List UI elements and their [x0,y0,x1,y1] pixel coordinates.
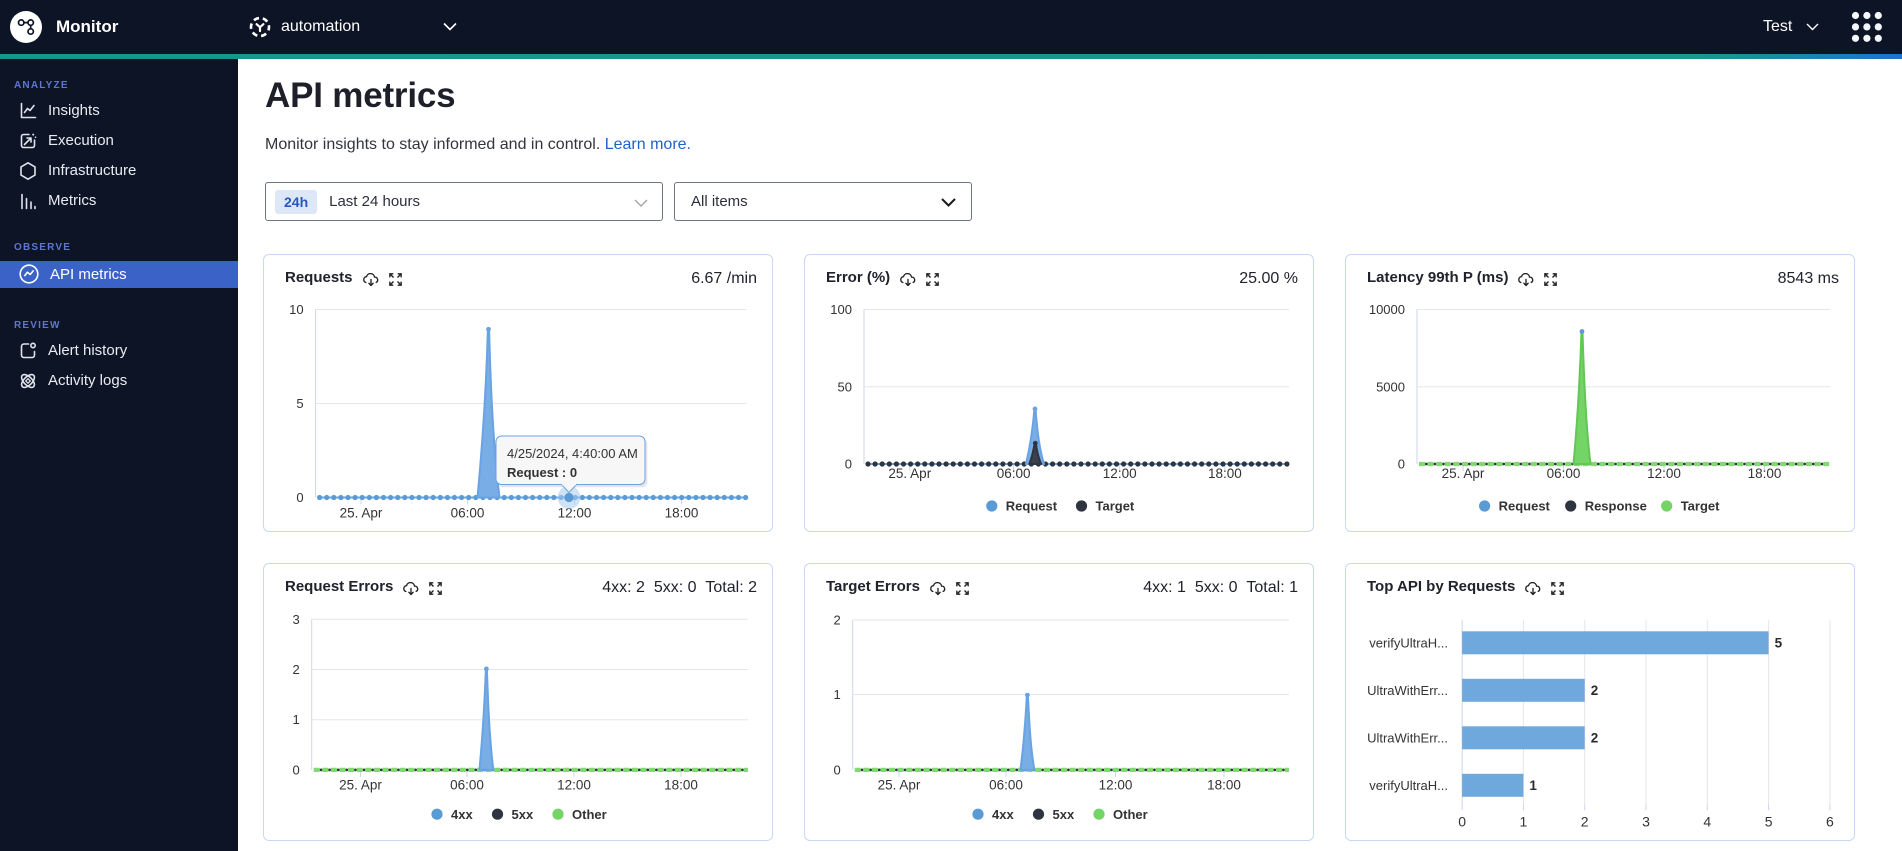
svg-text:18:00: 18:00 [1208,465,1242,480]
svg-text:06:00: 06:00 [997,465,1031,480]
svg-text:5: 5 [1765,813,1773,829]
svg-text:25. Apr: 25. Apr [340,505,383,520]
svg-text:12:00: 12:00 [557,777,591,792]
svg-text:Other: Other [572,806,607,821]
svg-text:25. Apr: 25. Apr [1442,465,1485,480]
svg-text:Target: Target [1681,498,1720,513]
svg-text:10000: 10000 [1369,302,1405,317]
svg-text:12:00: 12:00 [558,505,592,520]
svg-text:0: 0 [845,456,852,471]
svg-text:1: 1 [292,712,299,727]
svg-text:25. Apr: 25. Apr [339,777,382,792]
svg-text:5: 5 [1775,635,1783,650]
svg-text:12:00: 12:00 [1099,777,1133,792]
svg-text:Request: Request [1499,498,1551,513]
svg-text:2: 2 [1591,730,1599,745]
svg-text:2: 2 [833,612,840,627]
svg-text:5xx: 5xx [1053,806,1075,821]
svg-text:verifyUltraH...: verifyUltraH... [1369,777,1448,792]
svg-text:10: 10 [289,302,303,317]
svg-text:0: 0 [1398,456,1405,471]
svg-text:1: 1 [1520,813,1528,829]
svg-text:0: 0 [296,490,303,505]
svg-text:25. Apr: 25. Apr [878,777,921,792]
svg-text:Target: Target [1096,498,1135,513]
svg-text:50: 50 [838,379,852,394]
svg-text:25. Apr: 25. Apr [888,465,931,480]
svg-text:Request: Request [1006,498,1058,513]
svg-text:UltraWithErr...: UltraWithErr... [1367,682,1448,697]
svg-text:3: 3 [1642,813,1650,829]
svg-text:18:00: 18:00 [1207,777,1241,792]
svg-text:0: 0 [833,762,840,777]
svg-text:5000: 5000 [1376,379,1405,394]
svg-text:Other: Other [1113,806,1148,821]
svg-text:4xx: 4xx [451,806,473,821]
svg-text:06:00: 06:00 [989,777,1023,792]
svg-text:100: 100 [830,302,852,317]
svg-text:Request : 0: Request : 0 [507,465,577,480]
svg-text:4/25/2024, 4:40:00 AM: 4/25/2024, 4:40:00 AM [507,446,638,461]
svg-text:06:00: 06:00 [1547,465,1581,480]
svg-text:UltraWithErr...: UltraWithErr... [1367,730,1448,745]
svg-text:06:00: 06:00 [451,505,485,520]
svg-text:verifyUltraH...: verifyUltraH... [1369,635,1448,650]
svg-text:2: 2 [1581,813,1589,829]
svg-text:Response: Response [1585,498,1647,513]
svg-text:1: 1 [833,687,840,702]
svg-text:3: 3 [292,611,299,626]
svg-text:2: 2 [292,662,299,677]
svg-text:0: 0 [292,762,299,777]
svg-text:0: 0 [1458,813,1466,829]
svg-text:4: 4 [1703,813,1711,829]
svg-text:18:00: 18:00 [665,505,699,520]
svg-text:2: 2 [1591,683,1599,698]
svg-text:12:00: 12:00 [1647,465,1681,480]
svg-text:5xx: 5xx [512,806,534,821]
svg-text:18:00: 18:00 [664,777,698,792]
svg-text:4xx: 4xx [992,806,1014,821]
svg-text:6: 6 [1826,813,1834,829]
svg-text:18:00: 18:00 [1748,465,1782,480]
svg-text:1: 1 [1529,778,1537,793]
svg-text:06:00: 06:00 [450,777,484,792]
svg-text:5: 5 [296,396,303,411]
svg-text:12:00: 12:00 [1103,465,1137,480]
